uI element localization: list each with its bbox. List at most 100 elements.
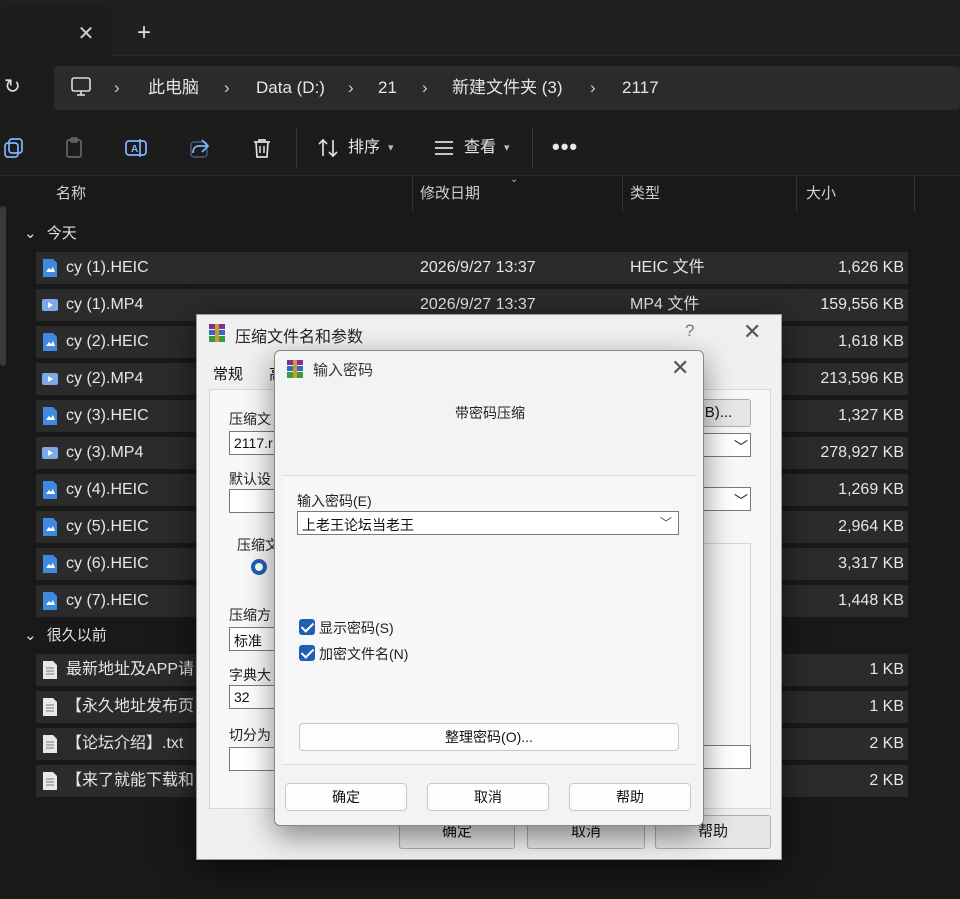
help-icon[interactable]: ? [685,321,694,341]
encrypt-filenames-label[interactable]: 加密文件名(N) [319,644,408,664]
password-value: 上老王论坛当老王 [302,517,414,533]
command-bar: A 排序 ▾ 查看 ▾ ••• [0,120,960,176]
compression-method-label: 压缩方 [229,607,271,623]
explorer-tab[interactable]: ✕ [0,6,112,56]
scrollbar[interactable] [0,206,6,366]
file-row[interactable]: cy (1).HEIC 2026/9/27 13:37 HEIC 文件 1,626 K… [36,252,908,284]
image-file-icon [43,259,57,277]
copy-icon[interactable] [2,136,26,160]
file-modified-date: 2026/9/27 13:37 [420,259,536,276]
computer-icon [71,77,91,96]
enter-password-dialog: 输入密码 ✕ 带密码压缩 输入密码(E) 上老王论坛当老王 ﹀ 显示密码(S) … [274,350,704,826]
file-name: 最新地址及APP请 [66,661,195,678]
chevron-down-icon: ﹀ [734,493,748,509]
group-header-long-ago[interactable]: ⌄ 很久以前 [24,624,107,648]
sort-indicator-icon: ⌄ [510,174,519,185]
column-header-modified[interactable]: 修改日期 [420,176,480,212]
file-size: 159,556 KB [820,296,904,313]
dialog-title: 输入密码 [313,362,374,379]
ok-button[interactable]: 确定 [285,783,407,811]
winrar-icon [209,324,225,342]
file-size: 1 KB [869,698,904,715]
file-name: 【来了就能下载和 [66,772,195,789]
view-icon[interactable] [432,136,456,160]
column-divider[interactable] [622,176,623,212]
text-file-icon [43,735,57,753]
column-divider[interactable] [796,176,797,212]
file-size: 278,927 KB [820,444,904,461]
cancel-button[interactable]: 取消 [427,783,549,811]
show-password-checkbox[interactable] [299,619,315,635]
group-header-today[interactable]: ⌄ 今天 [24,222,77,246]
file-name: cy (1).HEIC [66,259,149,276]
format-rar-radio[interactable] [251,559,267,575]
file-size: 2,964 KB [838,518,904,535]
video-file-icon [42,447,58,459]
column-header-size[interactable]: 大小 [806,176,836,212]
compression-method-value: 标准 [234,633,262,649]
image-file-icon [43,555,57,573]
file-type: HEIC 文件 [630,259,705,276]
column-header-name[interactable]: 名称 [56,176,86,212]
breadcrumb-chevron-icon: › [114,78,120,97]
plus-icon[interactable]: + [132,21,156,46]
organize-passwords-button[interactable]: 整理密码(O)... [299,723,679,751]
file-size: 1,626 KB [838,259,904,276]
chevron-down-icon[interactable]: ﹀ [660,514,672,531]
column-divider[interactable] [914,176,915,212]
sort-icon[interactable] [316,136,340,160]
breadcrumb-new-folder[interactable]: 新建文件夹 (3) [452,77,563,99]
breadcrumb-current[interactable]: 2117 [622,77,659,99]
close-icon[interactable]: ✕ [74,22,98,46]
paste-icon[interactable] [62,136,86,160]
password-input[interactable]: 上老王论坛当老王 ﹀ [297,511,679,535]
file-name: cy (3).HEIC [66,407,149,424]
chevron-down-icon: ▾ [504,142,510,154]
file-size: 1,269 KB [838,481,904,498]
image-file-icon [43,407,57,425]
share-icon[interactable] [188,136,212,160]
image-file-icon [43,592,57,610]
delete-icon[interactable] [250,136,274,160]
archive-name-label: 压缩文 [229,411,271,427]
breadcrumb-chevron-icon: › [224,78,230,97]
toolbar-divider [532,128,533,168]
file-name: cy (4).HEIC [66,481,149,498]
more-options-icon[interactable]: ••• [552,134,578,160]
text-file-icon [43,772,57,790]
text-file-icon [43,698,57,716]
file-size: 2 KB [869,772,904,789]
toolbar-divider [296,128,297,168]
file-name: cy (2).MP4 [66,370,144,387]
close-icon[interactable]: ✕ [743,319,761,345]
file-size: 1,448 KB [838,592,904,609]
view-button[interactable]: 查看 [464,137,496,159]
tab-bar: ✕ + [0,0,960,56]
refresh-icon[interactable]: ↻ [4,76,26,98]
file-size: 2 KB [869,735,904,752]
column-divider[interactable] [412,176,413,212]
close-icon[interactable]: ✕ [671,355,689,381]
chevron-down-icon: ⌄ [24,627,37,644]
file-size: 3,317 KB [838,555,904,572]
breadcrumb-chevron-icon: › [590,78,596,97]
address-bar[interactable]: › 此电脑 › Data (D:) › 21 › 新建文件夹 (3) › 211… [54,66,960,110]
breadcrumb-this-pc[interactable]: 此电脑 [148,77,199,99]
show-password-label[interactable]: 显示密码(S) [319,618,394,638]
file-size: 1 KB [869,661,904,678]
chevron-down-icon: ﹀ [734,439,748,455]
breadcrumb-drive[interactable]: Data (D:) [256,77,325,99]
help-button[interactable]: 帮助 [569,783,691,811]
archive-name-value: 2117.r [234,435,273,451]
default-profile-label: 默认设 [229,471,271,487]
rename-icon[interactable]: A [124,136,148,160]
address-row: ↻ › 此电脑 › Data (D:) › 21 › 新建文件夹 (3) › 2… [0,56,960,120]
tab-general[interactable]: 常规 [213,363,243,384]
text-file-icon [43,661,57,679]
group-label: 很久以前 [46,627,107,644]
breadcrumb-folder-21[interactable]: 21 [378,77,397,99]
sort-button[interactable]: 排序 [348,137,380,159]
encrypt-filenames-checkbox[interactable] [299,645,315,661]
chevron-down-icon: ⌄ [24,225,37,242]
column-header-type[interactable]: 类型 [630,176,660,212]
